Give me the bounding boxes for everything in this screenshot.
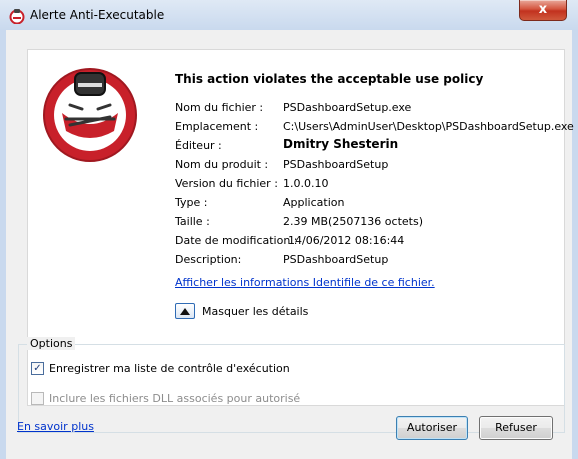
field-label-description: Description:: [175, 253, 242, 266]
field-value-size: 2.39 MB(2507136 octets): [283, 215, 423, 228]
close-button[interactable]: x: [519, 0, 567, 21]
window-frame-right: [572, 30, 578, 459]
hide-details-toggle[interactable]: Masquer les détails: [175, 303, 308, 319]
hide-details-label: Masquer les détails: [202, 304, 309, 318]
field-value-type: Application: [283, 196, 345, 209]
learn-more-link[interactable]: En savoir plus: [17, 420, 94, 433]
collapse-up-arrow-icon[interactable]: [175, 303, 195, 319]
app-shield-icon: [9, 9, 25, 24]
dialog-body: This action violates the acceptable use …: [6, 30, 574, 459]
field-label-product: Nom du produit :: [175, 158, 269, 171]
register-execution-list-checkbox-row[interactable]: ✓ Enregistrer ma liste de contrôle d'exé…: [31, 362, 290, 375]
window-title: Alerte Anti-Executable: [30, 8, 165, 22]
allow-button[interactable]: Autoriser: [396, 416, 468, 440]
field-label-modified-date: Date de modification :: [175, 234, 298, 247]
register-execution-list-checkbox[interactable]: ✓: [31, 362, 44, 375]
close-icon: x: [538, 2, 548, 17]
field-label-publisher: Éditeur :: [175, 139, 222, 152]
deny-button[interactable]: Refuser: [479, 416, 553, 440]
field-value-filename: PSDashboardSetup.exe: [283, 101, 412, 114]
field-label-type: Type :: [175, 196, 208, 209]
title-bar: Alerte Anti-Executable x: [0, 0, 578, 31]
alert-headline: This action violates the acceptable use …: [175, 72, 484, 86]
include-dll-checkbox: [31, 392, 44, 405]
field-value-modified-date: 14/06/2012 08:16:44: [288, 234, 405, 247]
include-dll-checkbox-row: Inclure les fichiers DLL associés pour a…: [31, 392, 300, 405]
field-value-publisher: Dmitry Shesterin: [283, 137, 399, 151]
field-value-location: C:\Users\AdminUser\Desktop\PSDashboardSe…: [283, 120, 574, 133]
field-label-filename: Nom du fichier :: [175, 101, 264, 114]
show-identifile-info-link[interactable]: Afficher les informations Identifile de …: [175, 276, 435, 289]
field-label-version: Version du fichier :: [175, 177, 278, 190]
field-value-version: 1.0.0.10: [283, 177, 329, 190]
register-execution-list-label: Enregistrer ma liste de contrôle d'exécu…: [49, 362, 290, 375]
field-label-location: Emplacement :: [175, 120, 259, 133]
options-title: Options: [27, 337, 76, 350]
include-dll-label: Inclure les fichiers DLL associés pour a…: [49, 392, 301, 405]
field-value-product: PSDashboardSetup: [283, 158, 389, 171]
field-label-size: Taille :: [175, 215, 210, 228]
field-value-description: PSDashboardSetup: [283, 253, 389, 266]
guard-logo-icon: [43, 68, 137, 162]
